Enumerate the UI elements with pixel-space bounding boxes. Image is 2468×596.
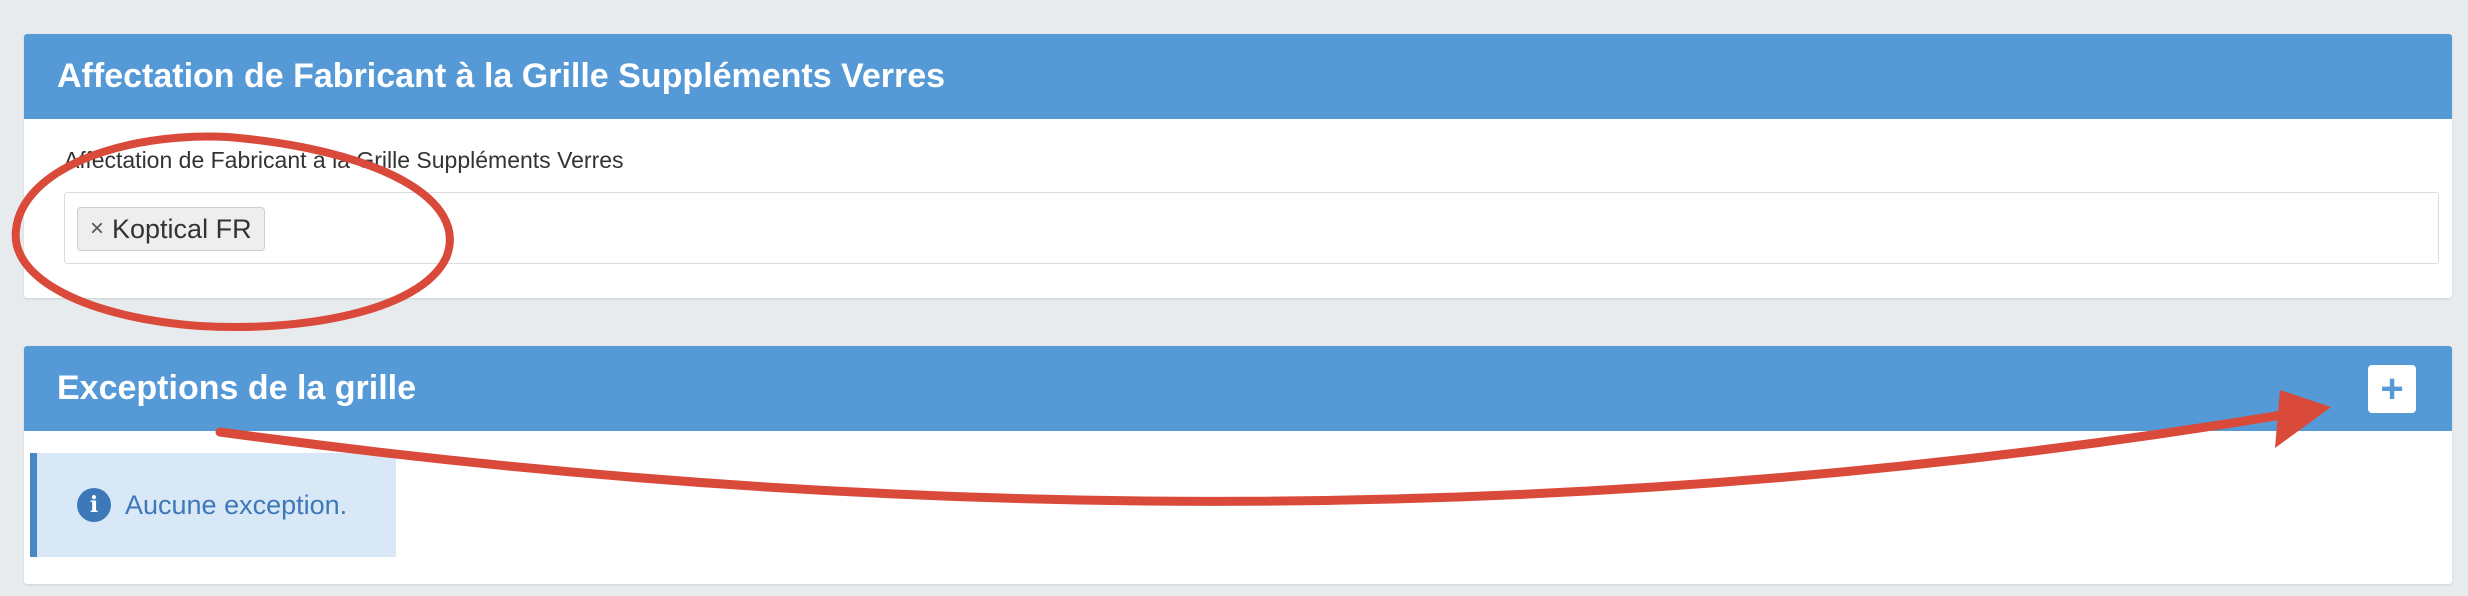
panel-title: Exceptions de la grille (57, 369, 417, 407)
empty-exceptions-alert: i Aucune exception. (30, 453, 396, 557)
close-icon[interactable]: × (90, 215, 104, 243)
plus-icon: + (2380, 367, 2404, 411)
manufacturer-field-label: Affectation de Fabricant à la Grille Sup… (64, 147, 624, 173)
tag-label: Koptical FR (112, 213, 252, 244)
info-circle-icon: i (77, 488, 111, 522)
manufacturer-multiselect[interactable]: × Koptical FR (64, 192, 2439, 264)
panel-header: Exceptions de la grille + (24, 346, 2452, 431)
manufacturer-assignment-panel: Affectation de Fabricant à la Grille Sup… (24, 34, 2452, 298)
selected-tag: × Koptical FR (77, 207, 265, 251)
add-exception-button[interactable]: + (2368, 365, 2416, 413)
grid-exceptions-panel: Exceptions de la grille + i Aucune excep… (24, 346, 2452, 584)
alert-message: Aucune exception. (125, 489, 348, 520)
panel-title: Affectation de Fabricant à la Grille Sup… (57, 57, 946, 95)
panel-header: Affectation de Fabricant à la Grille Sup… (24, 34, 2452, 119)
